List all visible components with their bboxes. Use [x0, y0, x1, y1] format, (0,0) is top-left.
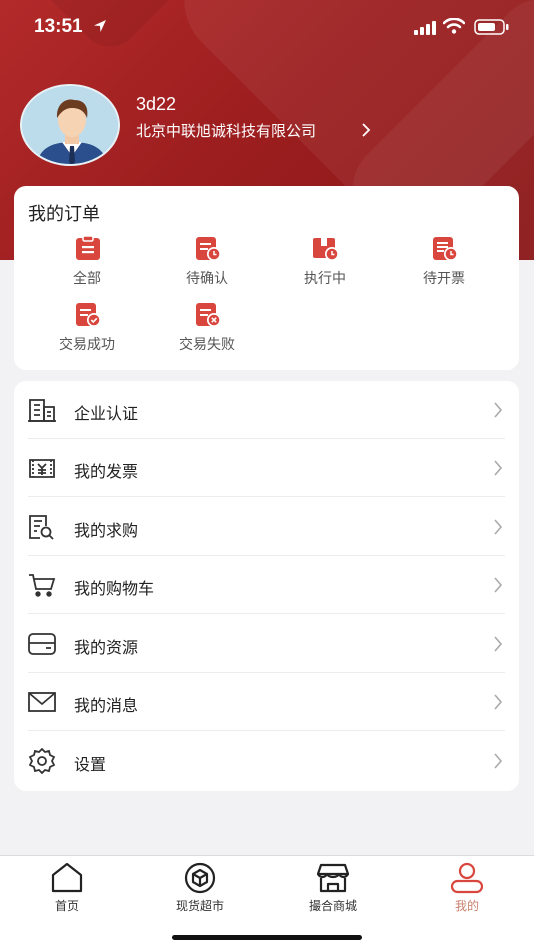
cube-icon	[183, 862, 217, 894]
invoice-icon	[28, 455, 56, 481]
order-failed[interactable]: 交易失败	[162, 302, 252, 358]
my-orders-card: 我的订单 全部 待确认 执行中 待开票 交易成功 交易失败	[14, 186, 519, 370]
tab-match-mall[interactable]: 撮合商城	[273, 862, 393, 913]
menu-label: 我的求购	[74, 521, 139, 540]
chevron-right-icon[interactable]	[361, 122, 371, 142]
chevron-right-icon	[493, 401, 503, 423]
tab-mine[interactable]: 我的	[407, 862, 527, 913]
chevron-right-icon	[493, 576, 503, 598]
order-success[interactable]: 交易成功	[42, 302, 132, 358]
building-icon	[28, 397, 56, 423]
chevron-right-icon	[493, 459, 503, 481]
wallet-icon	[28, 631, 56, 657]
order-all[interactable]: 全部	[42, 235, 132, 292]
user-icon	[450, 862, 484, 894]
tab-home[interactable]: 首页	[7, 862, 127, 913]
status-time: 13:51	[34, 16, 83, 37]
order-label: 交易成功	[59, 337, 115, 353]
chevron-right-icon	[493, 518, 503, 540]
menu-label: 我的购物车	[74, 579, 155, 598]
orders-title: 我的订单	[28, 204, 100, 225]
order-in-progress[interactable]: 执行中	[280, 236, 370, 292]
chevron-right-icon	[493, 635, 503, 657]
avatar[interactable]	[20, 84, 120, 166]
order-label: 执行中	[304, 271, 346, 287]
order-pending-invoice[interactable]: 待开票	[399, 236, 489, 292]
profile-section[interactable]: 3d22 北京中联旭诚科技有限公司	[20, 84, 520, 168]
mail-icon	[28, 689, 56, 715]
menu-item-my-resources[interactable]: 我的资源	[28, 615, 505, 673]
tab-label: 我的	[454, 899, 479, 913]
cellular-signal-icon	[414, 20, 438, 39]
menu-label: 企业认证	[74, 404, 139, 423]
menu-item-my-invoices[interactable]: 我的发票	[28, 439, 505, 497]
doc-search-icon	[28, 514, 56, 540]
menu-item-my-cart[interactable]: 我的购物车	[28, 556, 505, 614]
doc-clock-icon	[194, 236, 222, 262]
store-icon	[316, 862, 350, 894]
order-label: 待开票	[423, 271, 465, 287]
box-clock-icon	[312, 236, 340, 262]
tab-spot-market[interactable]: 现货超市	[140, 862, 260, 913]
battery-icon	[474, 19, 510, 39]
location-arrow-icon	[92, 18, 108, 38]
cart-icon	[28, 572, 56, 598]
order-label: 全部	[73, 271, 101, 287]
home-icon	[50, 862, 84, 894]
doc-x-icon	[194, 302, 222, 328]
order-pending-confirm[interactable]: 待确认	[162, 236, 252, 292]
menu-item-my-requests[interactable]: 我的求购	[28, 498, 505, 556]
username: 3d22	[136, 94, 177, 114]
wifi-icon	[442, 17, 466, 38]
gear-icon	[28, 747, 56, 775]
order-label: 交易失败	[179, 337, 235, 353]
home-indicator[interactable]	[172, 935, 362, 940]
invoice-clock-icon	[431, 236, 459, 262]
clipboard-icon	[74, 235, 102, 262]
menu-item-my-messages[interactable]: 我的消息	[28, 673, 505, 731]
tab-label: 现货超市	[175, 899, 224, 913]
chevron-right-icon	[493, 693, 503, 715]
menu-label: 设置	[74, 755, 107, 774]
tab-label: 首页	[54, 899, 79, 913]
menu-item-enterprise-cert[interactable]: 企业认证	[28, 381, 505, 439]
menu-label: 我的消息	[74, 696, 139, 715]
menu-item-settings[interactable]: 设置	[28, 732, 505, 790]
menu-card: 企业认证 我的发票 我的求购 我的购物车 我的资源 我的消息 设置	[14, 381, 519, 791]
tab-label: 撮合商城	[308, 899, 357, 913]
status-bar: 13:51	[0, 0, 534, 56]
chevron-right-icon	[493, 752, 503, 774]
menu-label: 我的发票	[74, 462, 139, 481]
doc-check-icon	[74, 302, 102, 328]
order-label: 待确认	[186, 271, 228, 287]
company-name[interactable]: 北京中联旭诚科技有限公司	[136, 120, 316, 141]
menu-label: 我的资源	[74, 638, 139, 657]
